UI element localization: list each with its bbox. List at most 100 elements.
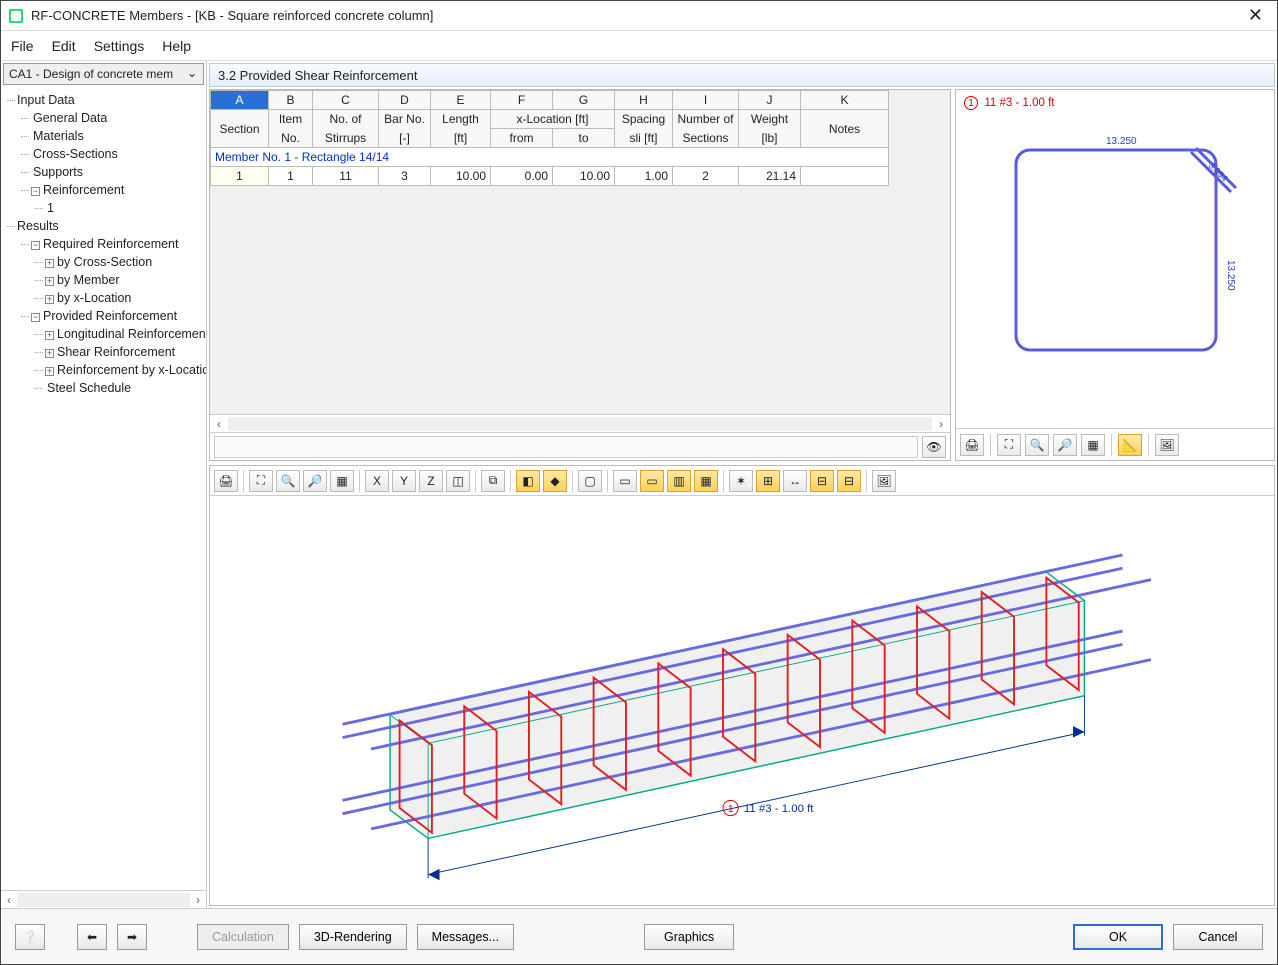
tree-reinf-by-x[interactable]: +Reinforcement by x-Location (45, 361, 204, 379)
dimensions-icon[interactable]: 📐 (1118, 434, 1142, 456)
member-row[interactable]: Member No. 1 - Rectangle 14/14 (211, 148, 889, 167)
sidebar-hscroll[interactable]: ‹ › (1, 890, 206, 908)
ok-button[interactable]: OK (1073, 924, 1163, 950)
hdr-xloc: x-Location [ft] (491, 110, 615, 129)
col-K[interactable]: K (801, 91, 889, 110)
zoom-icon[interactable]: 🔍 (276, 470, 300, 492)
zoom-extents-icon[interactable]: ⛶ (997, 434, 1021, 456)
calculation-button[interactable]: Calculation (197, 924, 289, 950)
table-row[interactable]: 1 1 11 3 10.00 0.00 10.00 1.00 2 21.14 (211, 167, 889, 186)
hdr-spacing: Spacing (615, 110, 673, 129)
zoom-icon[interactable]: 🔍 (1025, 434, 1049, 456)
col-D[interactable]: D (379, 91, 431, 110)
scroll-right-icon[interactable]: › (932, 417, 950, 431)
tree-results[interactable]: Results −Required Reinforcement +by Cros… (17, 217, 204, 397)
copy-icon[interactable]: ⧉ (481, 470, 505, 492)
toggle-2-icon[interactable]: ◆ (543, 470, 567, 492)
cross-section-toolbar: 🖨 ⛶ 🔍 🔎 ▦ 📐 🖼 (956, 428, 1274, 460)
tree-by-cs[interactable]: +by Cross-Section (45, 253, 204, 271)
print-icon[interactable]: 🖨 (214, 470, 238, 492)
cross-section-svg: 13.250 13.250 3.094 (996, 130, 1246, 390)
cancel-button[interactable]: Cancel (1173, 924, 1263, 950)
nav-prev-button[interactable]: ⬅ (77, 924, 107, 950)
eye-icon[interactable]: 👁 (922, 436, 946, 458)
tree-general-data[interactable]: General Data (31, 109, 204, 127)
toggle-1-icon[interactable]: ◧ (516, 470, 540, 492)
tree-provided[interactable]: −Provided Reinforcement +Longitudinal Re… (31, 307, 204, 397)
col-E[interactable]: E (431, 91, 491, 110)
view-a-icon[interactable]: ▭ (613, 470, 637, 492)
tree-steel-schedule[interactable]: Steel Schedule (45, 379, 204, 397)
dim-c-icon[interactable]: ⊟ (810, 470, 834, 492)
grid-icon[interactable]: ▦ (330, 470, 354, 492)
tree-cross-sections[interactable]: Cross-Sections (31, 145, 204, 163)
grid-status: 👁 (210, 432, 950, 460)
hdr-length: Length (431, 110, 491, 129)
col-C[interactable]: C (313, 91, 379, 110)
hdr-weight: Weight (739, 110, 801, 129)
case-selector-value: CA1 - Design of concrete mem (9, 67, 173, 81)
messages-button[interactable]: Messages... (417, 924, 514, 950)
col-J[interactable]: J (739, 91, 801, 110)
grid-hscroll[interactable]: ‹ › (210, 414, 950, 432)
axes-icon[interactable]: ✶ (729, 470, 753, 492)
view-b-icon[interactable]: ▭ (640, 470, 664, 492)
case-selector[interactable]: CA1 - Design of concrete mem (3, 63, 204, 85)
tree-by-member[interactable]: +by Member (45, 271, 204, 289)
tree-by-x[interactable]: +by x-Location (45, 289, 204, 307)
svg-text:13.250: 13.250 (1225, 260, 1236, 291)
rendering-toolbar: 🖨 ⛶ 🔍 🔎 ▦ X Y Z ◫ ⧉ ◧ ◆ ▢ ▭ ▭ ▥ ▦ (210, 466, 1274, 496)
scroll-right-icon[interactable]: › (190, 893, 206, 907)
window-title: RF-CONCRETE Members - [KB - Square reinf… (31, 8, 1242, 23)
zoom-extents-icon[interactable]: ⛶ (249, 470, 273, 492)
view-c-icon[interactable]: ▥ (667, 470, 691, 492)
grid-icon[interactable]: ▦ (1081, 434, 1105, 456)
scroll-left-icon[interactable]: ‹ (210, 417, 228, 431)
nav-next-button[interactable]: ➡ (117, 924, 147, 950)
menu-file[interactable]: File (11, 38, 34, 54)
col-F[interactable]: F (491, 91, 553, 110)
view-z-icon[interactable]: Z (419, 470, 443, 492)
print-icon[interactable]: 🖨 (960, 434, 984, 456)
col-B[interactable]: B (269, 91, 313, 110)
render-mode-icon[interactable]: 🖼 (1155, 434, 1179, 456)
dim-b-icon[interactable]: ↔ (783, 470, 807, 492)
col-I[interactable]: I (673, 91, 739, 110)
scroll-left-icon[interactable]: ‹ (1, 893, 17, 907)
col-G[interactable]: G (553, 91, 615, 110)
zoom-out-icon[interactable]: 🔎 (1053, 434, 1077, 456)
render-icon[interactable]: 🖼 (872, 470, 896, 492)
menu-settings[interactable]: Settings (94, 38, 145, 54)
tree-required[interactable]: −Required Reinforcement +by Cross-Sectio… (31, 235, 204, 307)
rendering-view[interactable]: 1 11 #3 - 1.00 ft // replicate stirrups (210, 496, 1274, 905)
wire-icon[interactable]: ▢ (578, 470, 602, 492)
cross-section-label: 1 11 #3 - 1.00 ft (964, 96, 1055, 110)
tree-reinforcement-1[interactable]: 1 (45, 199, 204, 217)
svg-text:13.250: 13.250 (1106, 136, 1137, 147)
dim-d-icon[interactable]: ⊟ (837, 470, 861, 492)
col-H[interactable]: H (615, 91, 673, 110)
view-y-icon[interactable]: Y (392, 470, 416, 492)
close-icon[interactable]: ✕ (1242, 5, 1269, 26)
tree-supports[interactable]: Supports (31, 163, 204, 181)
rendering-svg: 1 11 #3 - 1.00 ft (210, 496, 1274, 905)
menubar: File Edit Settings Help (1, 31, 1277, 61)
iso-icon[interactable]: ◫ (446, 470, 470, 492)
view-d-icon[interactable]: ▦ (694, 470, 718, 492)
menu-edit[interactable]: Edit (52, 38, 76, 54)
graphics-button[interactable]: Graphics (644, 924, 734, 950)
hdr-item: Item (269, 110, 313, 129)
cross-section-view[interactable]: 1 11 #3 - 1.00 ft 13.250 13.250 3.094 (956, 90, 1274, 428)
tree-reinforcement[interactable]: −Reinforcement 1 (31, 181, 204, 217)
view-x-icon[interactable]: X (365, 470, 389, 492)
dim-a-icon[interactable]: ⊞ (756, 470, 780, 492)
tree-input-data[interactable]: Input Data General Data Materials Cross-… (17, 91, 204, 217)
zoom-out-icon[interactable]: 🔎 (303, 470, 327, 492)
tree-longitudinal[interactable]: +Longitudinal Reinforcement (45, 325, 204, 343)
tree-shear[interactable]: +Shear Reinforcement (45, 343, 204, 361)
menu-help[interactable]: Help (162, 38, 191, 54)
help-button[interactable]: ❔ (15, 924, 45, 950)
tree-materials[interactable]: Materials (31, 127, 204, 145)
col-A[interactable]: A (211, 91, 269, 110)
rendering-button[interactable]: 3D-Rendering (299, 924, 407, 950)
